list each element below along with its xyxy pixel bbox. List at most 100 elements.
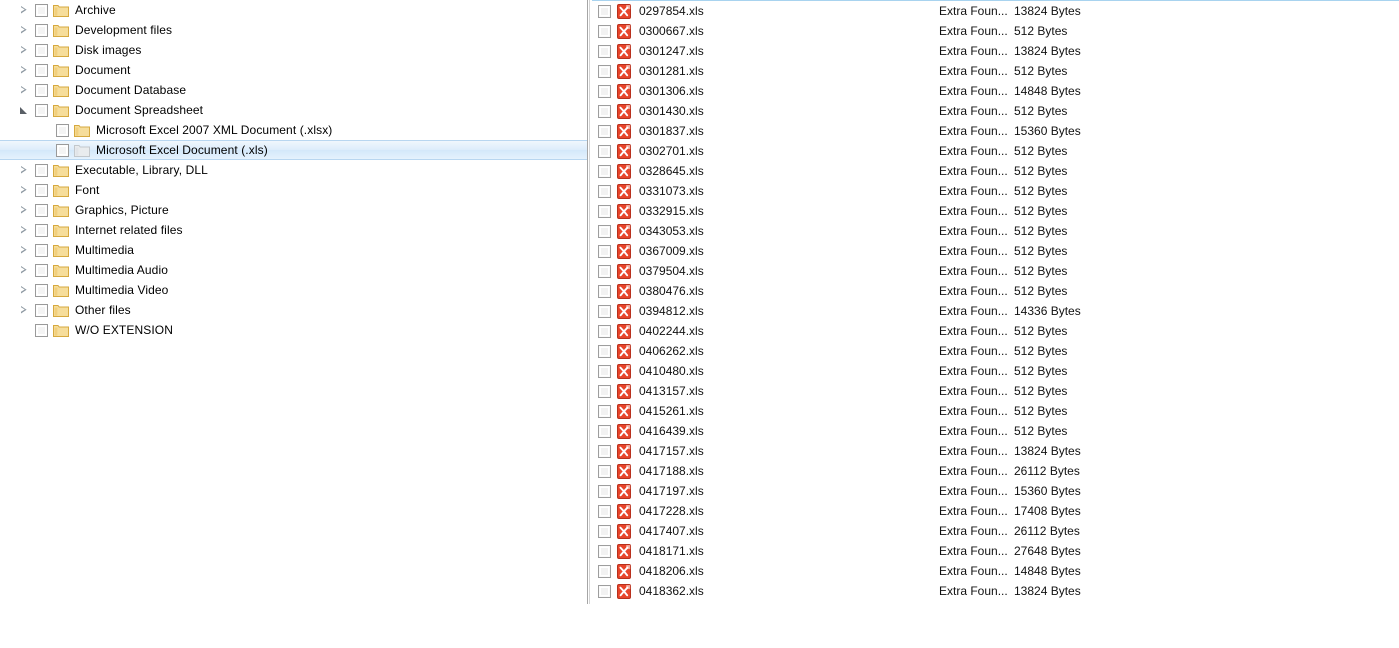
file-list-row[interactable]: 0394812.xls Extra Foun... 14336 Bytes	[592, 301, 1399, 321]
file-row-checkbox[interactable]	[598, 344, 611, 358]
tree-item-checkbox[interactable]	[35, 243, 48, 257]
file-row-checkbox[interactable]	[598, 24, 611, 38]
file-list-row[interactable]: 0417197.xls Extra Foun... 15360 Bytes	[592, 481, 1399, 501]
file-list-row[interactable]: 0380476.xls Extra Foun... 512 Bytes	[592, 281, 1399, 301]
file-row-checkbox[interactable]	[598, 224, 611, 238]
file-list-row[interactable]: 0300667.xls Extra Foun... 512 Bytes	[592, 21, 1399, 41]
tree-item[interactable]: W/O EXTENSION	[0, 320, 587, 340]
chevron-right-icon[interactable]	[18, 64, 31, 77]
file-row-checkbox[interactable]	[598, 324, 611, 338]
file-row-checkbox[interactable]	[598, 404, 611, 418]
tree-item[interactable]: Other files	[0, 300, 587, 320]
file-list-row[interactable]: 0302701.xls Extra Foun... 512 Bytes	[592, 141, 1399, 161]
tree-item-checkbox[interactable]	[35, 203, 48, 217]
file-row-checkbox[interactable]	[598, 124, 611, 138]
tree-item-checkbox[interactable]	[35, 283, 48, 297]
file-row-checkbox[interactable]	[598, 184, 611, 198]
file-row-checkbox[interactable]	[598, 84, 611, 98]
tree-item-checkbox[interactable]	[35, 3, 48, 17]
file-row-checkbox[interactable]	[598, 424, 611, 438]
file-row-checkbox[interactable]	[598, 364, 611, 378]
chevron-right-icon[interactable]	[18, 184, 31, 197]
chevron-right-icon[interactable]	[18, 244, 31, 257]
tree-item[interactable]: Multimedia Audio	[0, 260, 587, 280]
chevron-right-icon[interactable]	[18, 264, 31, 277]
tree-item[interactable]: Multimedia	[0, 240, 587, 260]
tree-item[interactable]: Executable, Library, DLL	[0, 160, 587, 180]
file-row-checkbox[interactable]	[598, 4, 611, 18]
file-list-row[interactable]: 0328645.xls Extra Foun... 512 Bytes	[592, 161, 1399, 181]
file-list-row[interactable]: 0301306.xls Extra Foun... 14848 Bytes	[592, 81, 1399, 101]
file-row-checkbox[interactable]	[598, 264, 611, 278]
tree-item[interactable]: Internet related files	[0, 220, 587, 240]
tree-item-checkbox[interactable]	[56, 123, 69, 137]
file-list-row[interactable]: 0301430.xls Extra Foun... 512 Bytes	[592, 101, 1399, 121]
tree-item-checkbox[interactable]	[35, 323, 48, 337]
chevron-right-icon[interactable]	[18, 84, 31, 97]
file-row-checkbox[interactable]	[598, 64, 611, 78]
panel-splitter[interactable]	[587, 0, 590, 604]
file-list-row[interactable]: 0416439.xls Extra Foun... 512 Bytes	[592, 421, 1399, 441]
file-list-row[interactable]: 0343053.xls Extra Foun... 512 Bytes	[592, 221, 1399, 241]
chevron-right-icon[interactable]	[18, 4, 31, 17]
tree-item-checkbox[interactable]	[35, 23, 48, 37]
file-row-checkbox[interactable]	[598, 304, 611, 318]
file-list-row[interactable]: 0417407.xls Extra Foun... 26112 Bytes	[592, 521, 1399, 541]
file-list-row[interactable]: 0415261.xls Extra Foun... 512 Bytes	[592, 401, 1399, 421]
tree-item-checkbox[interactable]	[35, 263, 48, 277]
tree-item[interactable]: Document Database	[0, 80, 587, 100]
file-row-checkbox[interactable]	[598, 584, 611, 598]
file-list-row[interactable]: 0367009.xls Extra Foun... 512 Bytes	[592, 241, 1399, 261]
tree-item[interactable]: Document Spreadsheet	[0, 100, 587, 120]
chevron-right-icon[interactable]	[18, 284, 31, 297]
tree-item[interactable]: Microsoft Excel Document (.xls)	[0, 140, 587, 160]
file-list-row[interactable]: 0418171.xls Extra Foun... 27648 Bytes	[592, 541, 1399, 561]
file-list-row[interactable]: 0301247.xls Extra Foun... 13824 Bytes	[592, 41, 1399, 61]
file-list-row[interactable]: 0417157.xls Extra Foun... 13824 Bytes	[592, 441, 1399, 461]
file-list-row[interactable]: 0417188.xls Extra Foun... 26112 Bytes	[592, 461, 1399, 481]
chevron-right-icon[interactable]	[18, 304, 31, 317]
tree-item[interactable]: Multimedia Video	[0, 280, 587, 300]
file-list-row[interactable]: 0331073.xls Extra Foun... 512 Bytes	[592, 181, 1399, 201]
chevron-right-icon[interactable]	[18, 44, 31, 57]
tree-item-checkbox[interactable]	[35, 63, 48, 77]
file-row-checkbox[interactable]	[598, 384, 611, 398]
file-row-checkbox[interactable]	[598, 444, 611, 458]
tree-item-checkbox[interactable]	[56, 143, 69, 157]
tree-item-checkbox[interactable]	[35, 43, 48, 57]
tree-item[interactable]: Archive	[0, 0, 587, 20]
file-row-checkbox[interactable]	[598, 524, 611, 538]
file-list-row[interactable]: 0417228.xls Extra Foun... 17408 Bytes	[592, 501, 1399, 521]
file-row-checkbox[interactable]	[598, 544, 611, 558]
file-list-row[interactable]: 0301837.xls Extra Foun... 15360 Bytes	[592, 121, 1399, 141]
tree-item-checkbox[interactable]	[35, 103, 48, 117]
file-row-checkbox[interactable]	[598, 484, 611, 498]
tree-item-checkbox[interactable]	[35, 163, 48, 177]
file-list-row[interactable]: 0418206.xls Extra Foun... 14848 Bytes	[592, 561, 1399, 581]
file-row-checkbox[interactable]	[598, 244, 611, 258]
chevron-right-icon[interactable]	[18, 164, 31, 177]
tree-item[interactable]: Graphics, Picture	[0, 200, 587, 220]
tree-item[interactable]: Document	[0, 60, 587, 80]
file-row-checkbox[interactable]	[598, 504, 611, 518]
tree-item[interactable]: Disk images	[0, 40, 587, 60]
file-list-row[interactable]: 0332915.xls Extra Foun... 512 Bytes	[592, 201, 1399, 221]
tree-item[interactable]: Font	[0, 180, 587, 200]
chevron-right-icon[interactable]	[18, 204, 31, 217]
file-row-checkbox[interactable]	[598, 104, 611, 118]
file-list-row[interactable]: 0379504.xls Extra Foun... 512 Bytes	[592, 261, 1399, 281]
file-row-checkbox[interactable]	[598, 464, 611, 478]
file-list-row[interactable]: 0297854.xls Extra Foun... 13824 Bytes	[592, 1, 1399, 21]
tree-item[interactable]: Development files	[0, 20, 587, 40]
chevron-down-icon[interactable]	[18, 104, 31, 117]
file-list-row[interactable]: 0418362.xls Extra Foun... 13824 Bytes	[592, 581, 1399, 601]
file-row-checkbox[interactable]	[598, 284, 611, 298]
tree-item-checkbox[interactable]	[35, 223, 48, 237]
file-row-checkbox[interactable]	[598, 164, 611, 178]
file-list-row[interactable]: 0410480.xls Extra Foun... 512 Bytes	[592, 361, 1399, 381]
file-row-checkbox[interactable]	[598, 204, 611, 218]
chevron-right-icon[interactable]	[18, 224, 31, 237]
file-list-row[interactable]: 0402244.xls Extra Foun... 512 Bytes	[592, 321, 1399, 341]
file-list-row[interactable]: 0301281.xls Extra Foun... 512 Bytes	[592, 61, 1399, 81]
chevron-right-icon[interactable]	[18, 24, 31, 37]
